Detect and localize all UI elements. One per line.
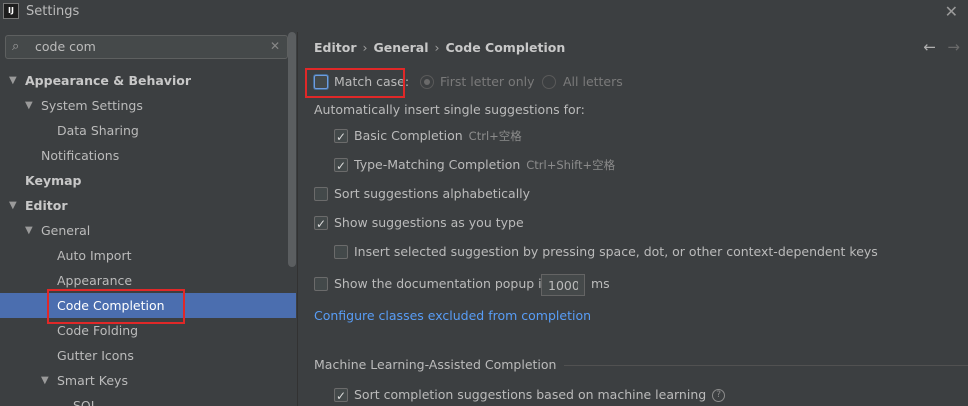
auto-insert-heading: Automatically insert single suggestions … [314,102,585,117]
show-as-type-checkbox[interactable]: ✓ [314,216,328,231]
tree-item-general[interactable]: ▼ General [0,218,288,243]
type-matching-checkbox[interactable]: ✓ [334,158,348,173]
ml-sort-label[interactable]: Sort completion suggestions based on mac… [354,385,726,405]
highlight-box-match-case [305,68,405,98]
intellij-logo-icon: IJ [3,3,19,19]
highlight-box-code-completion [47,289,185,324]
settings-sidebar: ⌕ ✕ ▼ Appearance & Behavior ▼ System Set… [0,32,297,406]
tree-item-data-sharing[interactable]: Data Sharing [0,118,288,143]
type-matching-shortcut: Ctrl+Shift+空格 [526,158,616,172]
first-letter-radio[interactable] [420,75,434,89]
tree-label: Editor [25,198,68,213]
tree-item-notifications[interactable]: Notifications [0,143,288,168]
tree-label: Smart Keys [57,373,128,388]
close-icon[interactable]: ✕ [945,2,958,21]
back-arrow-icon[interactable]: ← [923,38,936,56]
chevron-down-icon[interactable]: ▼ [9,68,17,93]
sidebar-scrollbar[interactable] [288,32,296,267]
tree-label: Auto Import [57,248,132,263]
show-as-type-label[interactable]: Show suggestions as you type [334,213,524,233]
tree-label: System Settings [41,98,143,113]
tree-item-sql[interactable]: SQL [0,393,288,406]
tree-label: Notifications [41,148,120,163]
chevron-down-icon[interactable]: ▼ [9,193,17,218]
tree-item-smart-keys[interactable]: ▼ Smart Keys [0,368,288,393]
sort-alpha-checkbox[interactable] [314,187,328,201]
tree-item-auto-import[interactable]: Auto Import [0,243,288,268]
basic-completion-text: Basic Completion [354,128,463,143]
tree-label: Keymap [25,173,82,188]
checkmark-icon: ✓ [336,130,347,144]
tree-label: General [41,223,91,238]
section-divider [564,365,968,366]
tree-item-keymap[interactable]: Keymap [0,168,288,193]
tree-label: Appearance & Behavior [25,73,191,88]
sort-alpha-label[interactable]: Sort suggestions alphabetically [334,184,530,204]
doc-popup-label[interactable]: Show the documentation popup in [334,274,550,294]
ml-sort-text: Sort completion suggestions based on mac… [354,387,707,402]
clear-search-icon[interactable]: ✕ [270,39,280,53]
chevron-right-icon: › [362,40,368,55]
configure-excluded-link[interactable]: Configure classes excluded from completi… [314,306,591,326]
doc-popup-delay-input[interactable] [541,274,585,296]
radio-dot [424,79,430,85]
ml-sort-checkbox[interactable]: ✓ [334,388,348,403]
help-icon[interactable]: ? [712,389,726,402]
breadcrumb-page: Code Completion [445,40,566,55]
chevron-down-icon[interactable]: ▼ [25,93,33,118]
checkmark-icon: ✓ [336,389,347,403]
breadcrumb-general[interactable]: General [374,40,429,55]
chevron-down-icon[interactable]: ▼ [41,368,49,393]
all-letters-radio[interactable] [542,75,556,89]
all-letters-label: All letters [563,74,623,89]
title-bar: IJ Settings ✕ [0,0,968,24]
first-letter-label: First letter only [440,74,535,89]
tree-item-gutter-icons[interactable]: Gutter Icons [0,343,288,368]
basic-completion-shortcut: Ctrl+空格 [468,129,522,143]
search-input[interactable] [35,39,265,54]
search-icon[interactable]: ⌕ [12,39,19,54]
forward-arrow-icon[interactable]: → [947,38,960,56]
ms-unit-label: ms [591,276,610,291]
tree-label: SQL [73,398,98,406]
tree-label: Data Sharing [57,123,139,138]
tree-item-appearance-behavior[interactable]: ▼ Appearance & Behavior [0,68,288,93]
insert-selected-checkbox[interactable] [334,245,348,259]
tree-label: Gutter Icons [57,348,134,363]
tree-item-system-settings[interactable]: ▼ System Settings [0,93,288,118]
doc-popup-checkbox[interactable] [314,277,328,291]
ml-section-header: Machine Learning-Assisted Completion [314,355,968,375]
breadcrumb: Editor › General › Code Completion [314,40,565,55]
insert-selected-label[interactable]: Insert selected suggestion by pressing s… [354,242,878,262]
chevron-down-icon[interactable]: ▼ [25,218,33,243]
basic-completion-checkbox[interactable]: ✓ [334,129,348,144]
checkmark-icon: ✓ [316,217,327,231]
breadcrumb-editor[interactable]: Editor [314,40,357,55]
type-matching-text: Type-Matching Completion [354,157,521,172]
chevron-right-icon: › [434,40,440,55]
checkmark-icon: ✓ [336,159,347,173]
basic-completion-label[interactable]: Basic Completion Ctrl+空格 [354,126,522,146]
window-title: Settings [26,4,80,19]
search-box[interactable]: ⌕ ✕ [5,35,288,59]
tree-item-editor[interactable]: ▼ Editor [0,193,288,218]
type-matching-label[interactable]: Type-Matching Completion Ctrl+Shift+空格 [354,155,615,175]
ml-section-title: Machine Learning-Assisted Completion [314,357,557,372]
